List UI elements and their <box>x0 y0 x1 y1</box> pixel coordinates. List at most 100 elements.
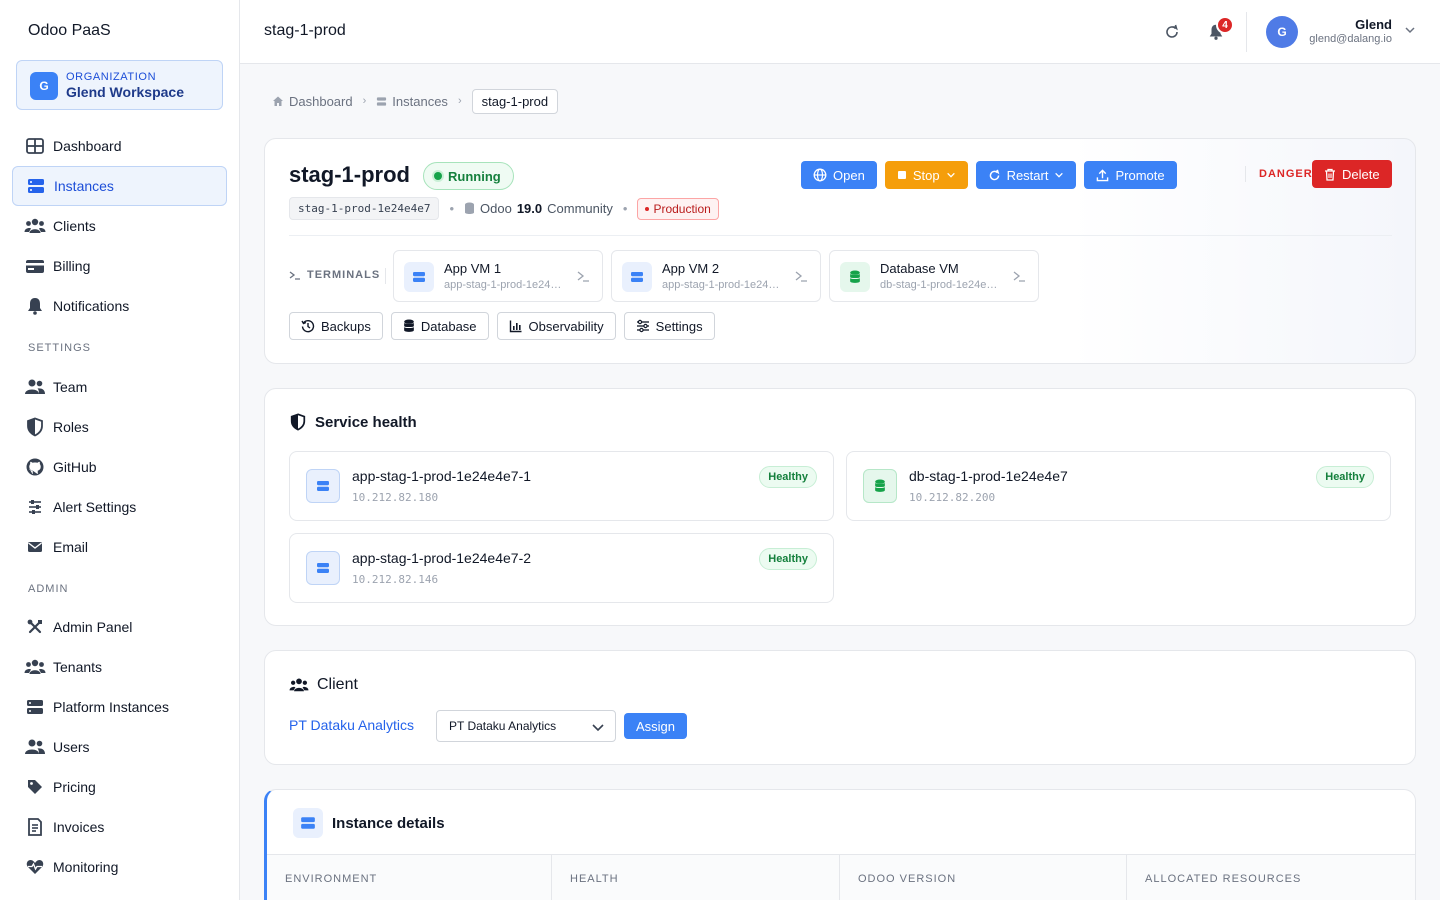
org-avatar: G <box>30 72 58 100</box>
terminal-app-vm-1[interactable]: App VM 1 app-stag-1-prod-1e24e4e7-1 <box>393 250 603 302</box>
organization-switcher[interactable]: G ORGANIZATION Glend Workspace <box>16 60 223 110</box>
upload-icon <box>1097 168 1109 181</box>
sidebar-item-dashboard[interactable]: Dashboard <box>12 126 227 166</box>
sidebar-item-notifications[interactable]: Notifications <box>12 286 227 326</box>
terminal-host: db-stag-1-prod-1e24e4e7 <box>880 279 1000 291</box>
team-icon <box>24 736 46 758</box>
service-app-1[interactable]: app-stag-1-prod-1e24e4e7-1 10.212.82.180… <box>289 451 834 521</box>
chevron-down-icon <box>1055 172 1064 178</box>
meta-separator: • <box>622 201 628 216</box>
client-select[interactable]: PT Dataku Analytics <box>436 710 616 742</box>
details-health: HEALTH <box>552 855 840 900</box>
tab-database[interactable]: Database <box>390 312 489 340</box>
terminals-label: TERMINALS <box>289 269 380 281</box>
sidebar-item-invoices[interactable]: Invoices <box>12 807 227 847</box>
service-ip: 10.212.82.146 <box>352 573 439 586</box>
breadcrumb-label: Dashboard <box>289 93 353 109</box>
sidebar-item-alert-settings[interactable]: Alert Settings <box>12 487 227 527</box>
tab-settings[interactable]: Settings <box>623 312 715 340</box>
terminal-database-vm[interactable]: Database VM db-stag-1-prod-1e24e4e7 <box>829 250 1039 302</box>
sidebar-item-email[interactable]: Email <box>12 527 227 567</box>
sidebar-item-label: Notifications <box>53 298 130 314</box>
settings-section-title: SETTINGS <box>28 342 92 354</box>
status-label: Running <box>448 168 501 184</box>
sidebar-item-billing[interactable]: Billing <box>12 246 227 286</box>
environment-label: Production <box>653 201 711 216</box>
sidebar-item-label: Alert Settings <box>53 499 137 515</box>
service-health-card: Service health app-stag-1-prod-1e24e4e7-… <box>264 388 1416 626</box>
globe-icon <box>813 168 827 182</box>
sidebar-item-platform-instances[interactable]: Platform Instances <box>12 687 227 727</box>
client-link[interactable]: PT Dataku Analytics <box>289 717 414 733</box>
team-icon <box>24 376 46 398</box>
sidebar-item-users[interactable]: Users <box>12 727 227 767</box>
client-card: Client PT Dataku Analytics PT Dataku Ana… <box>264 650 1416 765</box>
promote-button[interactable]: Promote <box>1084 161 1177 189</box>
database-icon <box>840 262 870 292</box>
user-email: glend@dalang.io <box>1309 33 1392 45</box>
assign-button[interactable]: Assign <box>624 713 688 739</box>
user-menu[interactable]: G Glend glend@dalang.io <box>1266 16 1416 48</box>
sidebar-item-github[interactable]: GitHub <box>12 447 227 487</box>
client-title: Client <box>289 676 358 694</box>
restart-button[interactable]: Restart <box>975 161 1077 189</box>
sidebar-item-label: Clients <box>53 218 96 234</box>
details-key: ALLOCATED RESOURCES <box>1145 873 1302 885</box>
users-icon <box>24 215 46 237</box>
notifications-button[interactable]: 4 <box>1204 16 1234 44</box>
header-divider <box>289 235 1392 236</box>
admin-section-title: ADMIN <box>28 583 69 595</box>
sidebar-item-label: Users <box>53 739 90 755</box>
details-grid: ENVIRONMENT HEALTH ODOO VERSION ALLOCATE… <box>267 854 1415 900</box>
brand-name: Odoo PaaS <box>28 22 111 39</box>
tab-label: Settings <box>655 318 703 334</box>
tab-observability[interactable]: Observability <box>496 312 616 340</box>
service-db[interactable]: db-stag-1-prod-1e24e4e7 10.212.82.200 He… <box>846 451 1391 521</box>
sidebar-item-label: Tenants <box>53 659 103 675</box>
sidebar-item-admin-panel[interactable]: Admin Panel <box>12 607 227 647</box>
breadcrumb-dashboard[interactable]: Dashboard <box>272 94 353 109</box>
terminal-app-vm-2[interactable]: App VM 2 app-stag-1-prod-1e24e4e7-2 <box>611 250 821 302</box>
delete-button[interactable]: Delete <box>1312 160 1392 188</box>
service-name: app-stag-1-prod-1e24e4e7-2 <box>352 550 532 566</box>
stop-button[interactable]: Stop <box>884 161 968 189</box>
sidebar-item-tenants[interactable]: Tenants <box>12 647 227 687</box>
database-icon <box>403 319 415 332</box>
github-icon <box>24 456 46 478</box>
sidebar-item-roles[interactable]: Roles <box>12 407 227 447</box>
trash-icon <box>1325 168 1335 181</box>
server-icon <box>377 96 387 106</box>
service-app-2[interactable]: app-stag-1-prod-1e24e4e7-2 10.212.82.146… <box>289 533 834 603</box>
refresh-button[interactable] <box>1160 20 1184 44</box>
sidebar-item-label: Invoices <box>53 819 105 835</box>
sidebar-item-instances[interactable]: Instances <box>12 166 227 206</box>
sidebar-item-clients[interactable]: Clients <box>12 206 227 246</box>
sidebar-item-team[interactable]: Team <box>12 367 227 407</box>
sidebar-item-pricing[interactable]: Pricing <box>12 767 227 807</box>
promote-label: Promote <box>1115 167 1165 183</box>
credit-card-icon <box>24 255 46 277</box>
chevron-down-icon <box>592 724 604 732</box>
server-icon <box>306 551 340 585</box>
environment-badge: Production <box>637 197 719 220</box>
breadcrumb-current: stag-1-prod <box>471 88 559 114</box>
sliders-icon <box>24 496 46 518</box>
breadcrumb-instances[interactable]: Instances <box>376 94 448 109</box>
topbar-divider <box>1246 12 1247 52</box>
terminal-prompt-icon <box>577 271 589 282</box>
status-dot <box>434 172 442 180</box>
terminals-label-text: TERMINALS <box>307 269 381 281</box>
tab-backups[interactable]: Backups <box>289 312 383 340</box>
health-badge: Healthy <box>759 466 817 488</box>
sidebar-item-label: Roles <box>53 419 89 435</box>
sidebar-item-label: Instances <box>54 178 114 194</box>
open-button[interactable]: Open <box>801 161 877 189</box>
service-ip: 10.212.82.200 <box>909 491 996 504</box>
sidebar-item-monitoring[interactable]: Monitoring <box>12 847 227 887</box>
sidebar-item-label: Dashboard <box>53 138 122 154</box>
meta-separator: • <box>449 201 455 216</box>
sidebar-item-label: Email <box>53 539 89 555</box>
sidebar-item-label: GitHub <box>53 459 97 475</box>
org-label: ORGANIZATION <box>66 71 157 83</box>
terminal-name: App VM 1 <box>444 261 502 276</box>
